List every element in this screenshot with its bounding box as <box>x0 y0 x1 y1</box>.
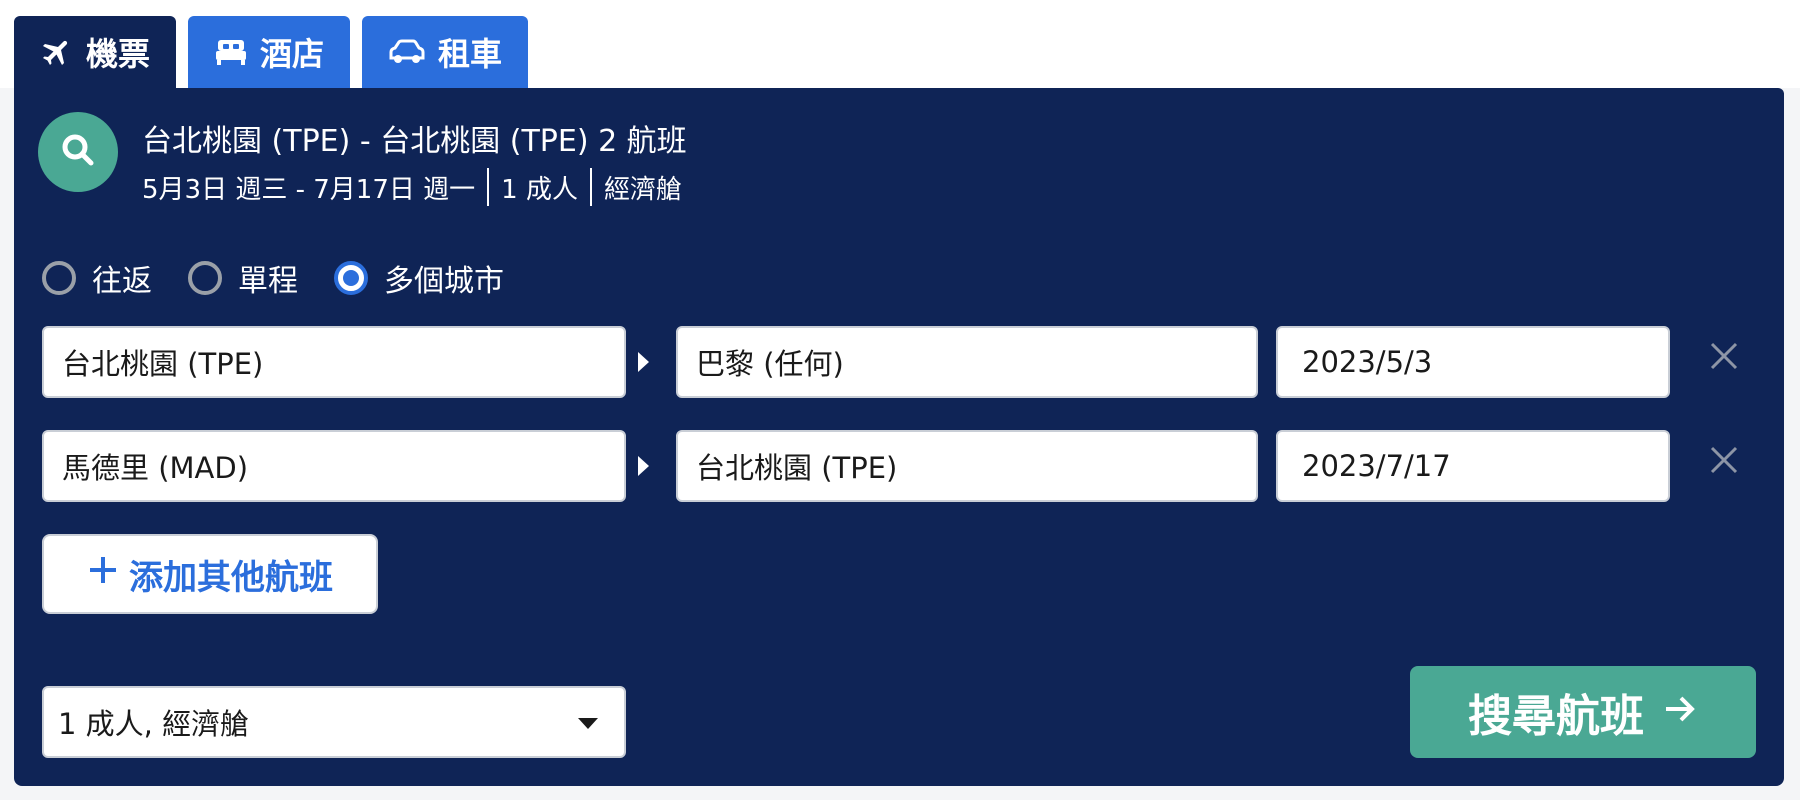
product-tabs: 機票 酒店 租車 <box>14 16 529 88</box>
search-icon <box>58 130 98 174</box>
trip-type-multi-city[interactable]: 多個城市 <box>334 256 504 300</box>
radio-one-way[interactable] <box>188 261 222 295</box>
search-summary-badge <box>38 112 118 192</box>
summary-cabin: 經濟艙 <box>603 174 682 205</box>
airplane-icon <box>40 35 74 69</box>
radio-round-trip[interactable] <box>42 261 76 295</box>
close-icon[interactable] <box>1706 442 1742 478</box>
flight-leg-2: 馬德里 (MAD) 台北桃園 (TPE) 2023/7/17 <box>42 430 1742 502</box>
bed-icon <box>214 37 248 67</box>
route-arrow-icon <box>638 352 649 372</box>
summary-dates: 5月3日 週三 - 7月17日 週一 <box>142 174 476 205</box>
passengers-cabin-value: 1 成人, 經濟艙 <box>58 707 250 741</box>
search-summary-title: 台北桃園 (TPE) - 台北桃園 (TPE) 2 航班 <box>142 124 687 159</box>
add-flight-label: 添加其他航班 <box>129 557 333 598</box>
search-panel: 台北桃園 (TPE) - 台北桃園 (TPE) 2 航班 5月3日 週三 - 7… <box>14 88 1784 786</box>
tab-car-rental[interactable]: 租車 <box>362 16 529 88</box>
origin-input[interactable]: 台北桃園 (TPE) <box>42 326 626 398</box>
trip-type-group: 往返 單程 多個城市 <box>42 256 504 300</box>
destination-input[interactable]: 台北桃園 (TPE) <box>676 430 1258 502</box>
radio-label: 單程 <box>238 264 298 299</box>
route-arrow-icon <box>638 456 649 476</box>
trip-type-round-trip[interactable]: 往返 <box>42 256 152 300</box>
divider <box>589 168 592 206</box>
car-icon <box>388 39 426 65</box>
search-button-label: 搜尋航班 <box>1468 691 1644 742</box>
destination-input[interactable]: 巴黎 (任何) <box>676 326 1258 398</box>
tab-flights[interactable]: 機票 <box>14 16 177 88</box>
tab-label: 酒店 <box>260 35 325 73</box>
close-icon[interactable] <box>1706 338 1742 374</box>
radio-label: 多個城市 <box>384 264 504 299</box>
trip-type-one-way[interactable]: 單程 <box>188 256 298 300</box>
summary-travelers: 1 成人 <box>501 174 578 205</box>
radio-multi-city[interactable] <box>334 261 368 295</box>
date-input[interactable]: 2023/7/17 <box>1276 430 1670 502</box>
caret-down-icon <box>578 718 598 729</box>
add-flight-button[interactable]: 添加其他航班 <box>42 534 378 614</box>
passengers-cabin-select[interactable]: 1 成人, 經濟艙 <box>42 686 626 758</box>
date-input[interactable]: 2023/5/3 <box>1276 326 1670 398</box>
flight-leg-1: 台北桃園 (TPE) 巴黎 (任何) 2023/5/3 <box>42 326 1742 398</box>
divider <box>487 168 490 206</box>
origin-input[interactable]: 馬德里 (MAD) <box>42 430 626 502</box>
tab-label: 租車 <box>438 35 503 73</box>
tab-hotels[interactable]: 酒店 <box>188 16 351 88</box>
search-summary-details: 5月3日 週三 - 7月17日 週一 1 成人 經濟艙 <box>142 168 682 206</box>
plus-icon <box>87 554 119 595</box>
radio-label: 往返 <box>92 264 152 299</box>
tab-label: 機票 <box>86 35 151 73</box>
search-flights-button[interactable]: 搜尋航班 <box>1410 666 1756 758</box>
arrow-right-icon <box>1662 687 1698 738</box>
flight-search-page: 機票 酒店 租車 台北桃園 (TPE) - 台北桃園 (TPE) 2 航班 5月… <box>0 0 1800 800</box>
